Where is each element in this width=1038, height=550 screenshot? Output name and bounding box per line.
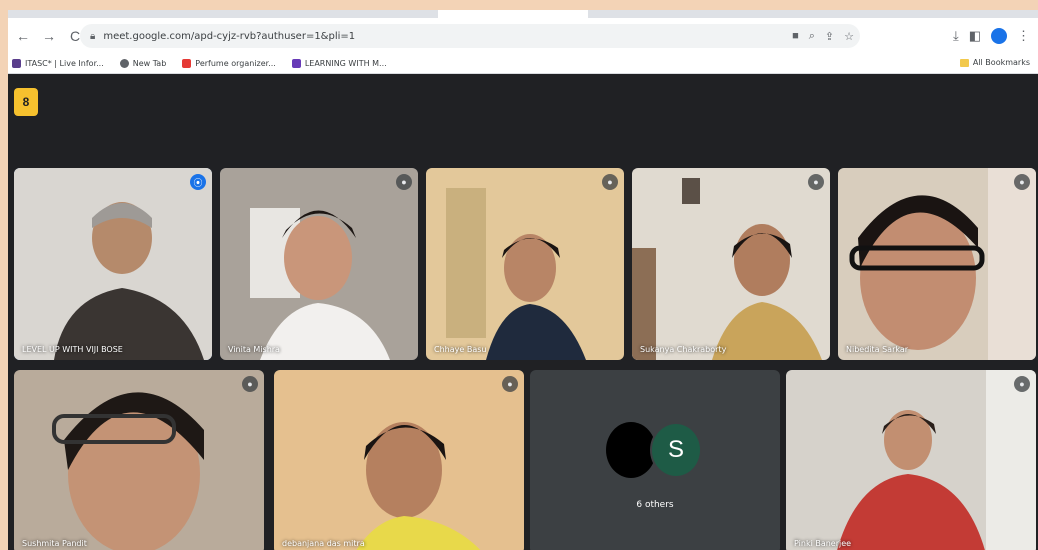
mic-off-icon: ● <box>808 174 824 190</box>
bookmark-item[interactable]: ITASC* | Live Infor... <box>12 59 104 68</box>
all-bookmarks-label: All Bookmarks <box>972 58 1030 67</box>
browser-window: ← → C 🔒︎ meet.google.com/apd-cyjz-rvb?au… <box>8 10 1038 550</box>
participant-tile[interactable]: ● Pinki Banerjee <box>786 370 1036 550</box>
participant-name: Sukanya Chakraborty <box>640 345 727 354</box>
participant-video <box>14 168 212 360</box>
bookmark-label: ITASC* | Live Infor... <box>25 59 104 68</box>
bookmark-label: LEARNING WITH M... <box>304 59 387 68</box>
tab-strip <box>8 10 1038 18</box>
zoom-icon[interactable]: ⌕ <box>809 30 815 43</box>
participant-video <box>274 370 524 550</box>
bookmark-label: New Tab <box>132 59 167 68</box>
participant-name: LEVEL UP WITH VIJI BOSE <box>22 345 123 354</box>
participant-tile[interactable]: ● Vinita Mishra <box>220 168 418 360</box>
meet-badge-icon[interactable]: 8 <box>14 88 38 116</box>
bookmark-label: Perfume organizer... <box>195 59 276 68</box>
participant-name: Sushmita Pandit <box>22 539 87 548</box>
globe-icon <box>119 59 129 68</box>
forward-button[interactable]: → <box>38 25 60 47</box>
bookmark-favicon-icon <box>291 59 301 68</box>
profile-avatar-icon[interactable] <box>991 28 1007 44</box>
meet-stage: 8 ⦿ LEVEL UP WITH VIJI BOSE ● Vinita Mis… <box>8 74 1038 550</box>
participant-tile[interactable]: ● Sukanya Chakraborty <box>632 168 830 360</box>
toolbar-right: ⤓ ◧ ⋮ <box>953 18 1030 54</box>
bookmark-favicon-icon <box>12 59 21 68</box>
participant-name: debanjana das mitra <box>282 539 365 548</box>
bookmark-item[interactable]: LEARNING WITH M... <box>291 59 387 68</box>
omnibox-icons: ■ ⌕ ⇪ ☆ <box>792 24 854 48</box>
participant-tile[interactable]: ● debanjana das mitra <box>274 370 524 550</box>
participant-video <box>14 370 264 550</box>
mic-off-icon: ● <box>502 376 518 392</box>
participant-video <box>220 168 418 360</box>
url-text[interactable]: meet.google.com/apd-cyjz-rvb?authuser=1&… <box>103 31 355 42</box>
participant-name: Nibedita Sarkar <box>846 345 909 354</box>
star-icon[interactable]: ☆ <box>844 30 854 43</box>
others-avatars: S <box>606 422 706 482</box>
sidepanel-icon[interactable]: ◧ <box>969 28 981 44</box>
mic-off-icon: ● <box>242 376 258 392</box>
avatar <box>606 422 656 478</box>
participant-video <box>786 370 1036 550</box>
participant-tile[interactable]: ● Sushmita Pandit <box>14 370 264 550</box>
participant-tile[interactable]: ⦿ LEVEL UP WITH VIJI BOSE <box>14 168 212 360</box>
participant-name: Pinki Banerjee <box>794 539 852 548</box>
share-icon[interactable]: ⇪ <box>825 30 834 43</box>
others-tile[interactable]: S 6 others <box>530 370 780 550</box>
folder-icon <box>959 58 969 67</box>
mic-off-icon: ● <box>1014 376 1030 392</box>
youtube-icon <box>182 59 192 68</box>
participant-tile[interactable]: ● Chhaye Basu <box>426 168 624 360</box>
camera-icon[interactable]: ■ <box>792 30 799 42</box>
participant-video <box>632 168 830 360</box>
menu-icon[interactable]: ⋮ <box>1017 28 1030 44</box>
others-count: 6 others <box>636 500 674 510</box>
bookmark-item[interactable]: New Tab <box>119 59 167 68</box>
back-button[interactable]: ← <box>12 25 34 47</box>
avatar: S <box>650 422 702 478</box>
download-icon[interactable]: ⤓ <box>953 28 959 44</box>
participant-name: Vinita Mishra <box>228 345 280 354</box>
mic-off-icon: ● <box>1014 174 1030 190</box>
address-bar[interactable]: 🔒︎ meet.google.com/apd-cyjz-rvb?authuser… <box>80 24 860 48</box>
participant-video <box>838 168 1036 360</box>
participant-video <box>426 168 624 360</box>
participant-name: Chhaye Basu <box>434 345 487 354</box>
active-tab[interactable] <box>438 10 588 18</box>
bookmark-item[interactable]: Perfume organizer... <box>182 59 276 68</box>
bookmarks-bar: ITASC* | Live Infor... New Tab Perfume o… <box>8 54 1038 74</box>
lock-icon: 🔒︎ <box>90 30 96 42</box>
mic-off-icon: ● <box>396 174 412 190</box>
mic-off-icon: ● <box>602 174 618 190</box>
participant-tile[interactable]: ● Nibedita Sarkar <box>838 168 1036 360</box>
browser-toolbar: ← → C 🔒︎ meet.google.com/apd-cyjz-rvb?au… <box>8 18 1038 54</box>
speaking-indicator-icon: ⦿ <box>190 174 206 190</box>
all-bookmarks[interactable]: All Bookmarks <box>959 58 1030 67</box>
